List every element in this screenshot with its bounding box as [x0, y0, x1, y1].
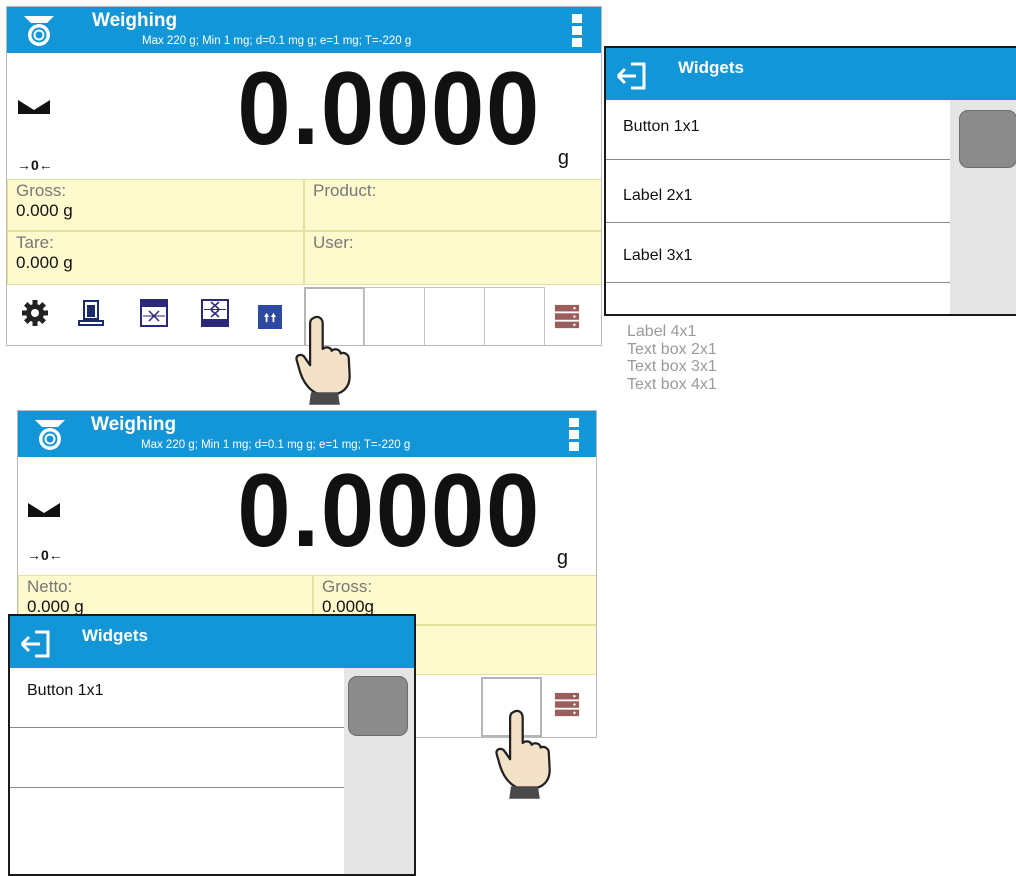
function-x-icon[interactable]: [140, 299, 168, 327]
info-fields: Gross: 0.000 g Product: Tare: 0.000 g Us…: [7, 179, 601, 285]
stability-icon: [28, 503, 60, 517]
title-bar: Weighing Max 220 g; Min 1 mg; d=0.1 mg g…: [18, 411, 596, 457]
database-icon[interactable]: [554, 303, 580, 331]
scale-spec-text: Max 220 g; Min 1 mg; d=0.1 mg g; e=1 mg;…: [142, 35, 412, 47]
widgets-panel-top: Widgets Button 1x1 Label 2x1 Label 3x1: [604, 46, 1016, 316]
list-item[interactable]: Label 2x1: [606, 160, 950, 223]
field-product: Product:: [304, 179, 601, 231]
scale-spec-text: Max 220 g; Min 1 mg; d=0.1 mg g; e=1 mg;…: [141, 439, 411, 451]
widgets-header: Widgets: [10, 616, 414, 668]
pointing-hand-icon: [495, 709, 551, 799]
screen-title: Weighing: [92, 10, 178, 31]
list-item[interactable]: [606, 283, 950, 314]
pointing-hand-icon: [295, 315, 351, 405]
scrollbar-track[interactable]: [950, 100, 1016, 314]
list-item: Text box 2x1: [627, 340, 717, 358]
screen-title: Weighing: [91, 414, 177, 435]
up-arrows-icon[interactable]: [258, 305, 282, 329]
back-exit-icon[interactable]: [18, 624, 56, 662]
widgets-overflow-list: Label 4x1 Text box 2x1 Text box 3x1 Text…: [627, 323, 717, 393]
widgets-title: Widgets: [678, 58, 744, 77]
scale-logo-icon[interactable]: [21, 12, 57, 48]
settings-gear-icon[interactable]: [21, 299, 49, 327]
field-gross: Gross: 0.000 g: [7, 179, 304, 231]
back-exit-icon[interactable]: [614, 56, 652, 94]
widget-slot-2[interactable]: [364, 287, 425, 345]
field-tare: Tare: 0.000 g: [7, 231, 304, 285]
list-item[interactable]: [10, 788, 344, 848]
stability-icon: [18, 100, 50, 114]
list-item: Text box 3x1: [627, 358, 717, 375]
weight-readout: 0.0000: [237, 453, 541, 569]
title-bar: Weighing Max 220 g; Min 1 mg; d=0.1 mg g…: [7, 7, 601, 53]
widget-slot-4[interactable]: [484, 287, 545, 345]
list-item[interactable]: Label 3x1: [606, 223, 950, 283]
weight-unit: g: [556, 547, 568, 569]
weight-readout: 0.0000: [237, 51, 541, 167]
scrollbar-thumb[interactable]: [959, 110, 1016, 168]
weighing-screen-top: Weighing Max 220 g; Min 1 mg; d=0.1 mg g…: [6, 6, 602, 346]
field-user: User:: [304, 231, 601, 285]
list-item: Text box 4x1: [627, 375, 717, 393]
zero-indicator: →0←: [17, 157, 53, 173]
scale-logo-icon[interactable]: [32, 416, 68, 452]
widgets-panel-bottom: Widgets Button 1x1: [8, 614, 416, 876]
tare-icon[interactable]: [77, 299, 105, 327]
list-item[interactable]: [10, 728, 344, 788]
widget-slot-3[interactable]: [424, 287, 485, 345]
widgets-header: Widgets: [606, 48, 1016, 100]
menu-kebab-icon[interactable]: [572, 14, 582, 47]
list-item[interactable]: Button 1x1: [10, 668, 344, 728]
menu-kebab-icon[interactable]: [569, 418, 579, 451]
widgets-title: Widgets: [82, 626, 148, 645]
list-item: Label 4x1: [627, 323, 697, 340]
widgets-list: Button 1x1 Label 2x1 Label 3x1: [606, 100, 950, 314]
widgets-list: Button 1x1: [10, 668, 344, 848]
list-item[interactable]: Button 1x1: [606, 100, 950, 160]
weight-unit: g: [557, 147, 569, 169]
scrollbar-track[interactable]: [344, 668, 414, 874]
function-xx-icon[interactable]: [201, 299, 229, 327]
scrollbar-thumb[interactable]: [348, 676, 408, 736]
zero-indicator: →0←: [27, 547, 63, 563]
